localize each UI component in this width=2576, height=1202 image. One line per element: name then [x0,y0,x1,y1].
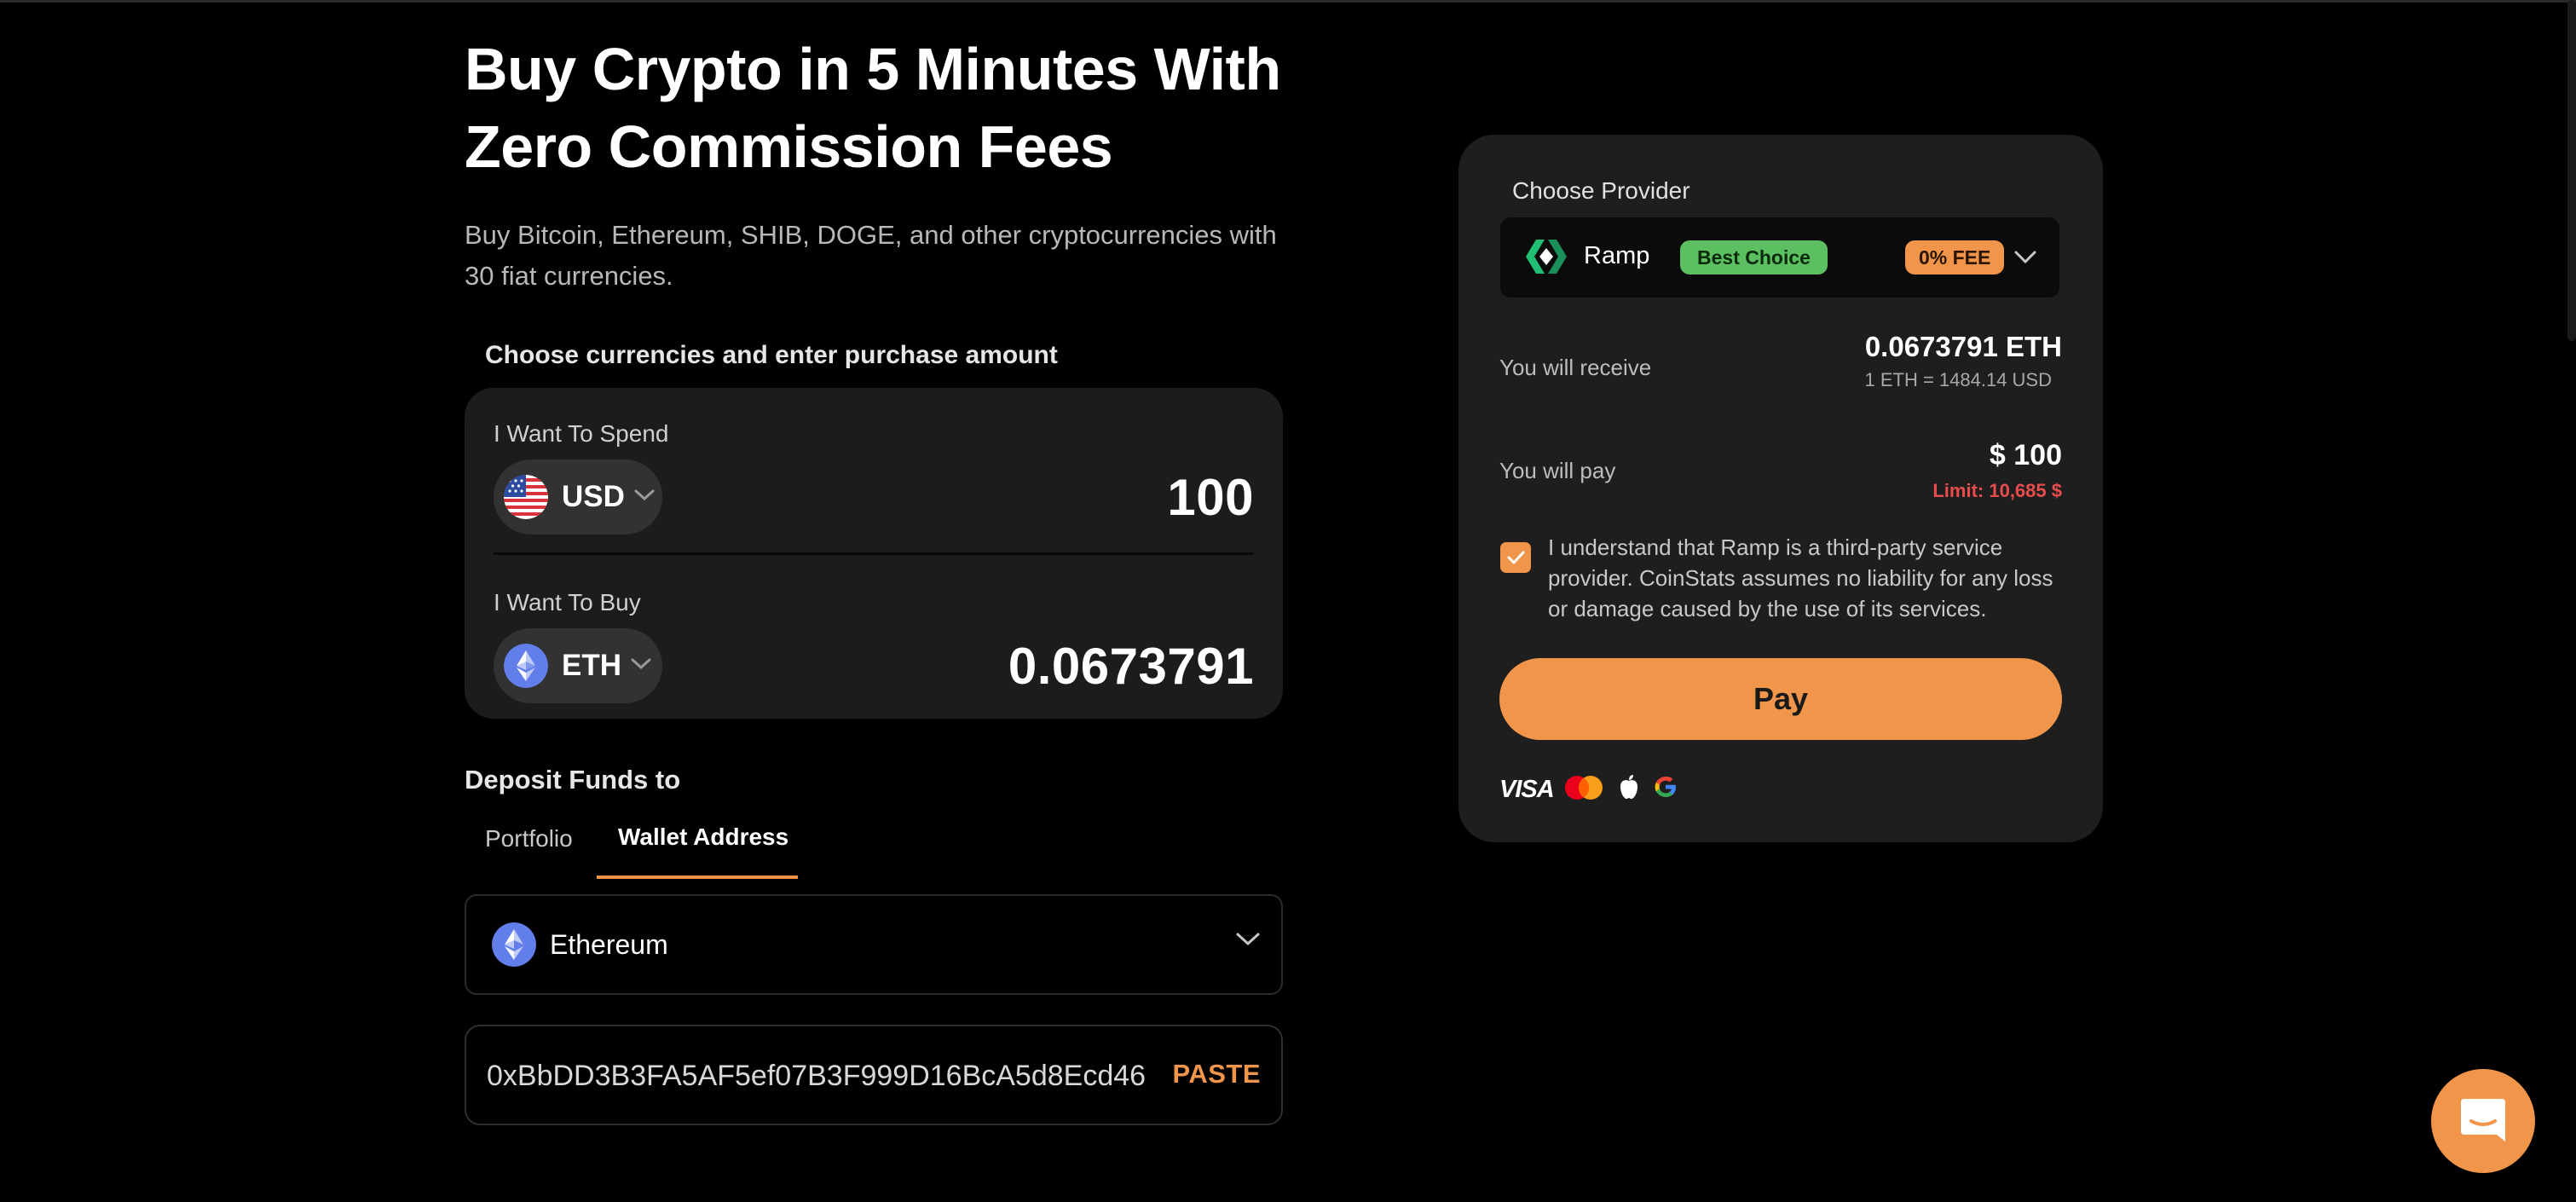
scrollbar[interactable] [2567,0,2576,341]
buy-currency-select[interactable]: ETH [494,628,662,703]
exchange-rate: 1 ETH = 1484.14 USD [1864,369,2052,390]
fee-badge: 0% FEE [1905,240,2005,274]
buy-currency-code: ETH [562,649,621,682]
spend-currency-code: USD [562,480,625,513]
mastercard-icon [1564,774,1603,806]
spend-amount-input[interactable]: 100 [1167,468,1254,527]
chat-support-button[interactable] [2431,1069,2535,1173]
provider-label: Choose Provider [1512,177,1690,204]
wallet-address-box: PASTE [465,1025,1283,1125]
pay-label: You will pay [1499,458,1616,483]
wallet-address-input[interactable] [487,1052,1160,1100]
provider-select[interactable]: Ramp Best Choice 0% FEE [1500,217,2059,298]
checkmark-icon [1507,551,1525,564]
best-choice-badge: Best Choice [1680,240,1828,274]
top-border [0,0,2576,3]
page-subtitle: Buy Bitcoin, Ethereum, SHIB, DOGE, and o… [465,220,1277,291]
ethereum-icon [504,644,548,688]
consent-text: I understand that Ramp is a third-party … [1548,535,2053,621]
deposit-tabs: Portfolio Wallet Address [465,818,823,880]
chevron-down-icon [633,488,656,506]
network-select[interactable]: Ethereum [465,894,1283,995]
consent-checkbox[interactable] [1500,542,1531,573]
pay-limit: Limit: 10,685 $ [1932,480,2062,501]
tab-portfolio[interactable]: Portfolio [485,825,573,852]
chat-icon [2461,1099,2505,1141]
spend-currency-select[interactable]: USD [494,459,662,535]
spend-label: I Want To Spend [494,420,669,447]
chevron-down-icon [630,657,652,675]
chevron-down-icon [2013,250,2037,269]
network-name: Ethereum [550,928,668,960]
chevron-down-icon [1235,932,1261,951]
buy-amount-input[interactable]: 0.0673791 [1008,637,1254,696]
us-flag-icon [504,475,548,519]
exchange-heading: Choose currencies and enter purchase amo… [485,341,1058,369]
visa-icon: VISA [1499,776,1555,803]
paste-button[interactable]: PASTE [1172,1059,1261,1089]
ethereum-icon [492,922,536,967]
tab-wallet-address[interactable]: Wallet Address [618,823,788,851]
divider [494,552,1254,555]
receive-label: You will receive [1499,355,1652,380]
ramp-logo-icon [1524,234,1568,279]
deposit-heading: Deposit Funds to [465,765,681,795]
pay-button[interactable]: Pay [1499,658,2062,740]
google-icon [1653,774,1678,804]
receive-value: 0.0673791 ETH [1864,331,2062,362]
buy-label: I Want To Buy [494,589,641,615]
exchange-card: I Want To Spend USD 100 I Want To Buy ET… [465,388,1283,719]
payment-methods: VISA [1499,774,1755,805]
provider-card: Choose Provider Ramp Best Choice 0% FEE … [1458,135,2103,842]
page-title: Buy Crypto in 5 Minutes With Zero Commis… [465,36,1281,180]
pay-value: $ 100 [1989,439,2062,471]
provider-name: Ramp [1584,242,1650,269]
apple-icon [1617,772,1641,804]
active-tab-indicator [597,875,798,879]
